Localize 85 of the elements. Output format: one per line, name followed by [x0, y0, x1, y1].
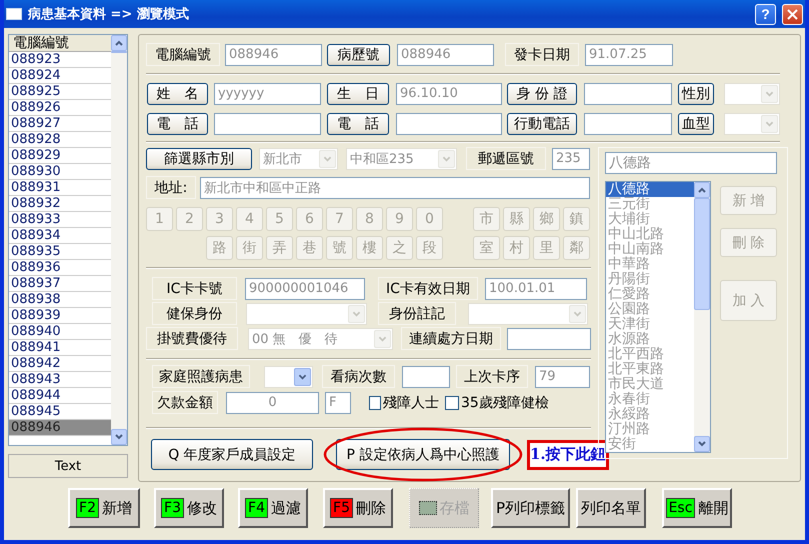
list-item[interactable]: 安街 — [606, 437, 694, 452]
checkbox-label: 35歲殘障健檢 — [461, 394, 549, 412]
list-item[interactable]: 中華路 — [606, 257, 694, 272]
field-label: 身份註記 — [378, 302, 456, 325]
toolbar-button[interactable]: F2 新增 — [68, 488, 140, 528]
label-button[interactable]: 病歷號 — [327, 44, 390, 66]
toolbar-button[interactable]: F3 修改 — [154, 488, 224, 528]
field-label: IC卡卡號 — [152, 277, 237, 300]
field-label: 地址: — [146, 176, 196, 199]
text-field[interactable]: 91.07.25 — [585, 44, 673, 66]
column-header: 電腦編號 — [9, 35, 111, 52]
list-item[interactable]: 汀州路 — [606, 422, 694, 437]
scrollbar[interactable] — [694, 182, 710, 452]
list-item[interactable]: 北平東路 — [606, 362, 694, 377]
text-field[interactable] — [214, 112, 321, 134]
number-field[interactable]: 0 — [226, 392, 319, 414]
label-button[interactable]: 電 話 — [327, 112, 389, 134]
list-item[interactable]: 中山北路 — [606, 227, 694, 242]
text-field[interactable]: yyyyyy — [214, 82, 321, 104]
list-item[interactable]: 永綏路 — [606, 407, 694, 422]
text-field[interactable]: 088946 — [397, 44, 494, 66]
action-button[interactable]: P 設定依病人爲中心照護 — [336, 439, 510, 470]
list-item[interactable]: 北平西路 — [606, 347, 694, 362]
list-item[interactable]: 永春街 — [606, 392, 694, 407]
label-button[interactable]: 電 話 — [147, 112, 208, 134]
field-label: 電腦編號 — [146, 43, 220, 66]
text-field[interactable]: 79 — [535, 366, 590, 388]
text-field[interactable]: 新北市中和區中正路 — [200, 176, 590, 198]
help-button[interactable]: ? — [755, 4, 776, 24]
field-label: IC卡有效日期 — [378, 277, 478, 300]
list-item[interactable]: 三元街 — [606, 197, 694, 212]
field-label: 掛號費優待 — [146, 327, 238, 350]
field-label: 看病次數 — [322, 365, 395, 388]
field-label: 上次卡序 — [456, 365, 528, 388]
street-field[interactable]: 八德路 — [605, 152, 777, 174]
list-item[interactable]: 天津街 — [606, 317, 694, 332]
field-label: 家庭照護病患 — [152, 365, 250, 388]
label-button[interactable]: 性別 — [678, 82, 714, 104]
toolbar-button[interactable]: F4 過濾 — [238, 488, 308, 528]
field-label: 郵遞區號 — [466, 147, 546, 170]
list-item[interactable]: 仁愛路 — [606, 287, 694, 302]
field-label: 發卡日期 — [505, 43, 579, 66]
label-button[interactable]: 身 份 證 — [507, 82, 577, 104]
field-label: 連續處方日期 — [401, 327, 501, 350]
field-label: 健保身份 — [152, 302, 237, 325]
text-field[interactable] — [396, 112, 502, 134]
list-item[interactable]: 丹陽街 — [606, 272, 694, 287]
scrollbar[interactable] — [111, 35, 127, 445]
label-button[interactable]: 姓 名 — [147, 82, 208, 104]
text-field[interactable]: 900000001046 — [245, 278, 365, 300]
text-field[interactable] — [584, 82, 672, 104]
toolbar-button[interactable]: Esc 離開 — [662, 488, 732, 528]
text-field[interactable]: 96.10.10 — [396, 82, 502, 104]
text-field[interactable]: 235 — [552, 148, 590, 170]
text-field[interactable]: F — [325, 392, 351, 414]
list-item[interactable]: 水源路 — [606, 332, 694, 347]
label-button[interactable]: 生 日 — [327, 82, 389, 104]
list-item[interactable]: 八德路 — [606, 182, 694, 197]
toolbar-button[interactable]: 列印名單 — [576, 488, 646, 528]
text-field[interactable] — [507, 328, 591, 350]
checkbox[interactable] — [445, 396, 459, 410]
label-button[interactable]: 篩選縣市別 — [146, 148, 252, 170]
text-field[interactable] — [584, 112, 672, 134]
checkbox[interactable] — [369, 396, 381, 410]
text-field[interactable]: 088946 — [225, 44, 322, 66]
list-item[interactable]: 088946 — [9, 420, 111, 436]
text-box: Text — [8, 454, 128, 478]
text-field[interactable]: 100.01.01 — [485, 278, 587, 300]
label-button[interactable]: 血型 — [678, 112, 714, 134]
toolbar-button[interactable]: P列印標籤 — [491, 488, 570, 528]
text-field[interactable] — [402, 366, 450, 388]
field-label: 欠款金額 — [152, 391, 218, 414]
toolbar-button[interactable]: F5 刪除 — [323, 488, 393, 528]
list-item[interactable]: 中山南路 — [606, 242, 694, 257]
list-item[interactable]: 大埔街 — [606, 212, 694, 227]
window-icon — [6, 8, 22, 20]
checkbox-label: 殘障人士 — [383, 394, 439, 412]
list-item[interactable]: 公園路 — [606, 302, 694, 317]
window-title: 病患基本資料 => 瀏覽模式 — [28, 6, 190, 23]
close-icon — [787, 8, 798, 20]
annotation-note: 1.按下此鈕 — [527, 440, 609, 470]
action-button[interactable]: Q 年度家戶成員設定 — [151, 439, 313, 470]
close-button[interactable] — [782, 4, 803, 24]
label-button[interactable]: 行動電話 — [507, 112, 577, 134]
list-item[interactable]: 市民大道 — [606, 377, 694, 392]
